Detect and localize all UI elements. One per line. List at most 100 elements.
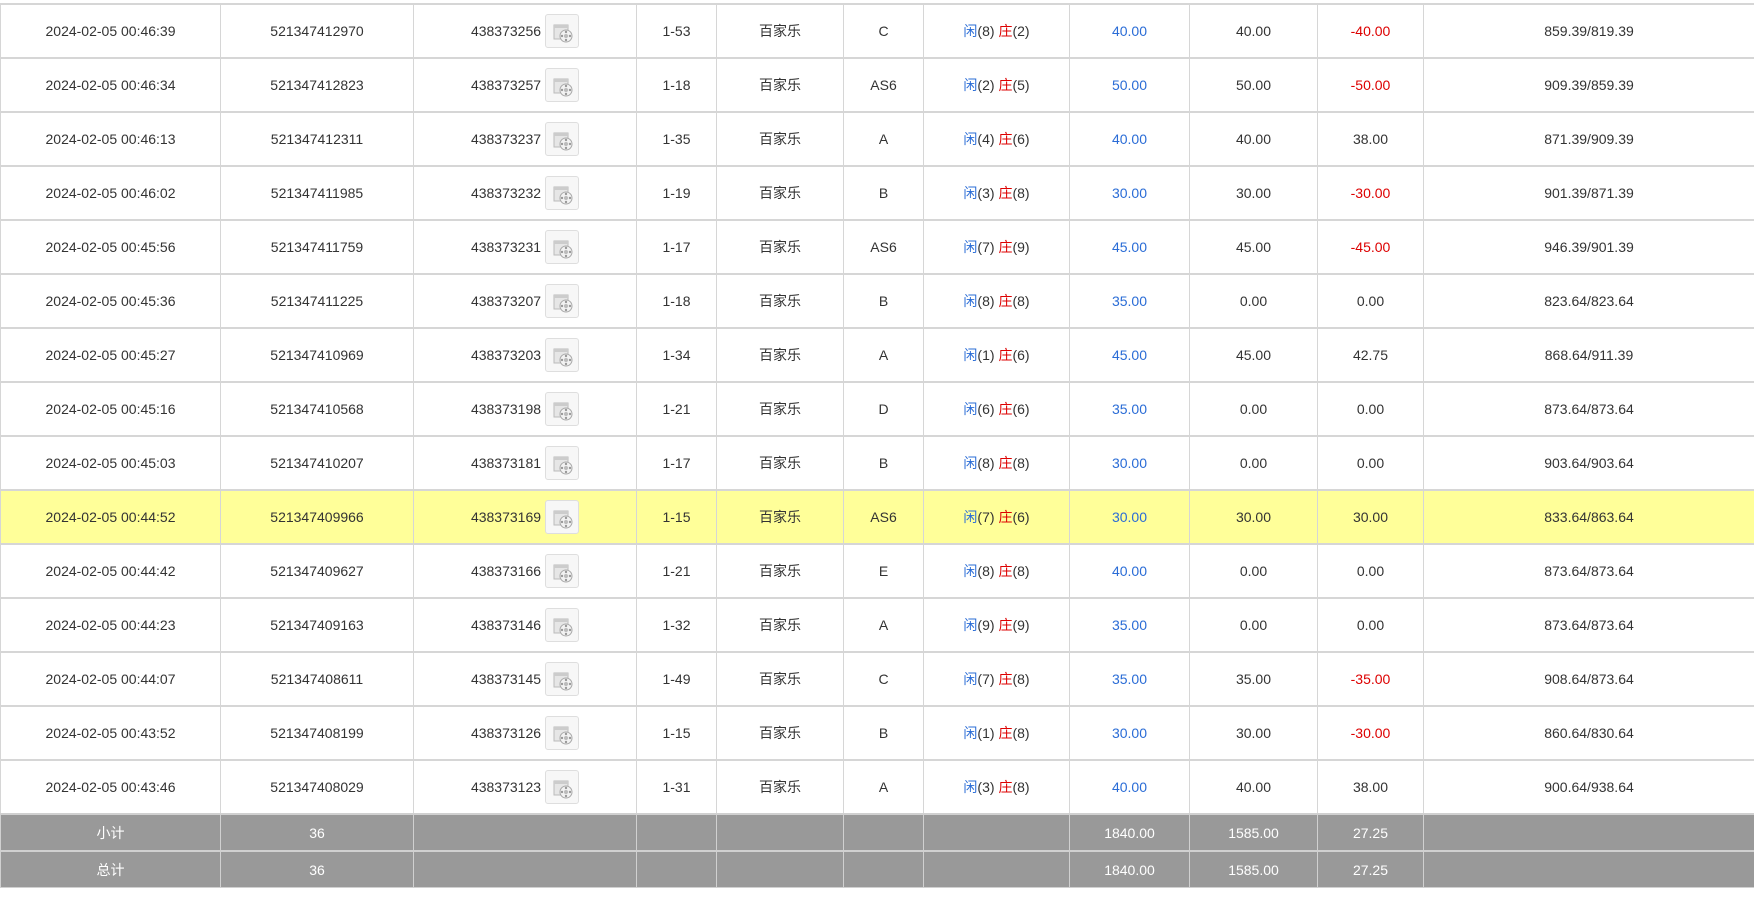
round-cell: 438373123 bbox=[414, 760, 637, 814]
game-name: 百家乐 bbox=[717, 112, 844, 166]
table-code: 1-17 bbox=[637, 436, 717, 490]
round-cell: 438373257 bbox=[414, 58, 637, 112]
video-replay-icon[interactable] bbox=[545, 608, 579, 642]
bet-amount: 50.00 bbox=[1070, 58, 1190, 112]
bet-amount: 30.00 bbox=[1070, 436, 1190, 490]
round-id: 438373237 bbox=[471, 131, 541, 147]
banker-label: 庄 bbox=[998, 131, 1012, 147]
table-code: 1-15 bbox=[637, 706, 717, 760]
valid-amount: 50.00 bbox=[1190, 58, 1318, 112]
banker-points: (8) bbox=[1012, 185, 1029, 201]
player-points: (7) bbox=[977, 671, 994, 687]
video-replay-icon[interactable] bbox=[545, 230, 579, 264]
bet-id: 521347408611 bbox=[221, 652, 414, 706]
bet-amount: 45.00 bbox=[1070, 220, 1190, 274]
bet-on: C bbox=[844, 4, 924, 58]
valid-amount: 40.00 bbox=[1190, 112, 1318, 166]
valid-amount: 0.00 bbox=[1190, 598, 1318, 652]
video-replay-icon[interactable] bbox=[545, 68, 579, 102]
total-count: 36 bbox=[221, 851, 414, 888]
table-code: 1-21 bbox=[637, 544, 717, 598]
round-cell: 438373126 bbox=[414, 706, 637, 760]
round-cell: 438373231 bbox=[414, 220, 637, 274]
table-code: 1-35 bbox=[637, 112, 717, 166]
video-replay-icon[interactable] bbox=[545, 446, 579, 480]
video-replay-icon[interactable] bbox=[545, 554, 579, 588]
table-code: 1-34 bbox=[637, 328, 717, 382]
banker-points: (8) bbox=[1012, 779, 1029, 795]
table-row: 2024-02-05 00:45:16 521347410568 4383731… bbox=[1, 382, 1754, 436]
bet-on: AS6 bbox=[844, 220, 924, 274]
video-replay-icon[interactable] bbox=[545, 122, 579, 156]
video-replay-icon[interactable] bbox=[545, 662, 579, 696]
video-replay-icon[interactable] bbox=[545, 500, 579, 534]
bet-time: 2024-02-05 00:45:03 bbox=[1, 436, 221, 490]
win-amount: 42.75 bbox=[1318, 328, 1424, 382]
player-points: (4) bbox=[977, 131, 994, 147]
game-name: 百家乐 bbox=[717, 328, 844, 382]
video-replay-icon[interactable] bbox=[545, 176, 579, 210]
round-cell: 438373198 bbox=[414, 382, 637, 436]
total-win: 27.25 bbox=[1318, 851, 1424, 888]
banker-label: 庄 bbox=[998, 239, 1012, 255]
valid-amount: 35.00 bbox=[1190, 652, 1318, 706]
win-amount: 30.00 bbox=[1318, 490, 1424, 544]
round-id: 438373257 bbox=[471, 77, 541, 93]
table-row: 2024-02-05 00:43:52 521347408199 4383731… bbox=[1, 706, 1754, 760]
banker-points: (9) bbox=[1012, 239, 1029, 255]
banker-label: 庄 bbox=[998, 347, 1012, 363]
valid-amount: 0.00 bbox=[1190, 544, 1318, 598]
player-points: (8) bbox=[977, 563, 994, 579]
round-cell: 438373232 bbox=[414, 166, 637, 220]
bet-on: B bbox=[844, 706, 924, 760]
video-replay-icon[interactable] bbox=[545, 284, 579, 318]
valid-amount: 30.00 bbox=[1190, 490, 1318, 544]
bet-time: 2024-02-05 00:46:34 bbox=[1, 58, 221, 112]
win-amount: 0.00 bbox=[1318, 598, 1424, 652]
game-name: 百家乐 bbox=[717, 490, 844, 544]
round-cell: 438373166 bbox=[414, 544, 637, 598]
total-valid: 1585.00 bbox=[1190, 851, 1318, 888]
result-cell: 闲(7) 庄(8) bbox=[924, 652, 1070, 706]
banker-points: (8) bbox=[1012, 671, 1029, 687]
player-label: 闲 bbox=[963, 401, 977, 417]
banker-points: (5) bbox=[1012, 77, 1029, 93]
bet-amount: 35.00 bbox=[1070, 598, 1190, 652]
bet-on: A bbox=[844, 328, 924, 382]
valid-amount: 0.00 bbox=[1190, 436, 1318, 490]
win-amount: -30.00 bbox=[1318, 706, 1424, 760]
banker-points: (6) bbox=[1012, 401, 1029, 417]
video-replay-icon[interactable] bbox=[545, 14, 579, 48]
round-id: 438373232 bbox=[471, 185, 541, 201]
game-name: 百家乐 bbox=[717, 220, 844, 274]
banker-label: 庄 bbox=[998, 671, 1012, 687]
bet-time: 2024-02-05 00:46:13 bbox=[1, 112, 221, 166]
video-replay-icon[interactable] bbox=[545, 338, 579, 372]
player-label: 闲 bbox=[963, 293, 977, 309]
bet-on: B bbox=[844, 436, 924, 490]
player-label: 闲 bbox=[963, 779, 977, 795]
result-cell: 闲(8) 庄(8) bbox=[924, 436, 1070, 490]
bet-amount: 40.00 bbox=[1070, 544, 1190, 598]
player-points: (1) bbox=[977, 347, 994, 363]
banker-points: (2) bbox=[1012, 23, 1029, 39]
table-row: 2024-02-05 00:46:02 521347411985 4383732… bbox=[1, 166, 1754, 220]
player-label: 闲 bbox=[963, 23, 977, 39]
table-row: 2024-02-05 00:44:07 521347408611 4383731… bbox=[1, 652, 1754, 706]
balance: 946.39/901.39 bbox=[1424, 220, 1754, 274]
subtotal-win: 27.25 bbox=[1318, 814, 1424, 851]
bet-amount: 30.00 bbox=[1070, 490, 1190, 544]
video-replay-icon[interactable] bbox=[545, 392, 579, 426]
subtotal-label: 小计 bbox=[1, 814, 221, 851]
video-replay-icon[interactable] bbox=[545, 770, 579, 804]
banker-label: 庄 bbox=[998, 455, 1012, 471]
banker-label: 庄 bbox=[998, 563, 1012, 579]
video-replay-icon[interactable] bbox=[545, 716, 579, 750]
round-cell: 438373203 bbox=[414, 328, 637, 382]
round-id: 438373203 bbox=[471, 347, 541, 363]
bet-time: 2024-02-05 00:45:16 bbox=[1, 382, 221, 436]
banker-points: (8) bbox=[1012, 455, 1029, 471]
table-row: 2024-02-05 00:45:27 521347410969 4383732… bbox=[1, 328, 1754, 382]
subtotal-bet: 1840.00 bbox=[1070, 814, 1190, 851]
bet-id: 521347410969 bbox=[221, 328, 414, 382]
